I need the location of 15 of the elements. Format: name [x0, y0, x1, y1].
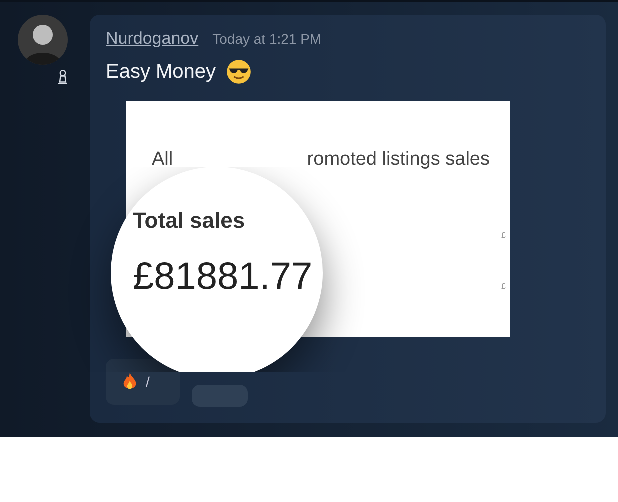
- person-silhouette-icon: [18, 15, 68, 65]
- total-sales-value: £81881.77: [133, 256, 314, 298]
- avatar[interactable]: [18, 15, 68, 65]
- embed-heading: romoted listings sales: [307, 149, 490, 171]
- currency-value: £: [502, 282, 506, 291]
- reaction-button[interactable]: /: [106, 359, 180, 405]
- fire-icon: [122, 372, 138, 392]
- message-text: Easy Money: [106, 60, 216, 84]
- timestamp: Today at 1:21 PM: [212, 31, 322, 47]
- currency-value: £: [502, 231, 506, 240]
- pawn-icon: [57, 69, 69, 85]
- total-sales-label: Total sales: [133, 208, 246, 234]
- sunglasses-face-icon: [226, 59, 252, 85]
- embed-heading: All: [152, 149, 174, 171]
- author-name[interactable]: Nurdoganov: [106, 29, 199, 49]
